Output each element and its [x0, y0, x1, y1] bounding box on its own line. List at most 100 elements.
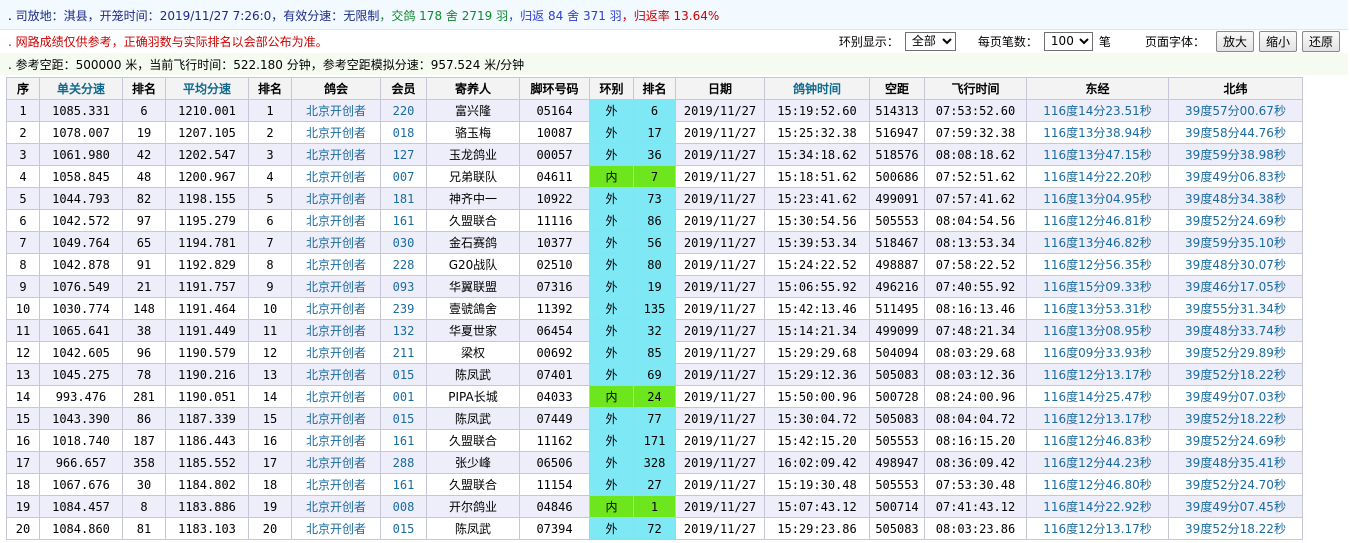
row-flight-time: 07:53:52.60	[924, 99, 1027, 122]
row-date: 2019/11/27	[675, 165, 765, 188]
row-club[interactable]: 北京开创者	[291, 473, 381, 496]
row-member[interactable]: 015	[380, 363, 427, 386]
row-member[interactable]: 015	[380, 517, 427, 540]
row-member[interactable]: 093	[380, 275, 427, 298]
col-header-clock-time[interactable]: 鸽钟时间	[764, 77, 870, 100]
row-member[interactable]: 161	[380, 209, 427, 232]
row-date: 2019/11/27	[675, 495, 765, 518]
row-member[interactable]: 220	[380, 99, 427, 122]
row-member[interactable]: 181	[380, 187, 427, 210]
row-member[interactable]: 015	[380, 407, 427, 430]
restore-font-button[interactable]: 还原	[1301, 30, 1340, 52]
row-club[interactable]: 北京开创者	[291, 341, 381, 364]
row-club[interactable]: 北京开创者	[291, 429, 381, 452]
row-latitude: 39度59分38.98秒	[1168, 143, 1303, 166]
row-ring-type: 内	[589, 385, 634, 408]
row-club[interactable]: 北京开创者	[291, 209, 381, 232]
row-ring-type: 外	[589, 209, 634, 232]
returned-label: ，归返	[508, 9, 545, 23]
row-club[interactable]: 北京开创者	[291, 253, 381, 276]
row-clock-time: 15:14:21.34	[764, 319, 870, 342]
row-club[interactable]: 北京开创者	[291, 517, 381, 540]
col-header-speed[interactable]: 单关分速	[39, 77, 123, 100]
font-size-label: 页面字体：	[1144, 34, 1205, 49]
row-avg-rank: 12	[248, 341, 292, 364]
row-rank: 8	[122, 495, 166, 518]
row-member[interactable]: 288	[380, 451, 427, 474]
row-member[interactable]: 127	[380, 143, 427, 166]
row-seq: 16	[6, 429, 40, 452]
row-avg-speed: 1183.103	[165, 517, 249, 540]
row-seq: 6	[6, 209, 40, 232]
col-header-longitude: 东经	[1026, 77, 1169, 100]
row-clock-time: 15:23:41.62	[764, 187, 870, 210]
row-member[interactable]: 018	[380, 121, 427, 144]
row-clock-time: 15:07:43.12	[764, 495, 870, 518]
row-seq: 3	[6, 143, 40, 166]
row-avg-speed: 1185.552	[165, 451, 249, 474]
row-club[interactable]: 北京开创者	[291, 231, 381, 254]
ring-filter-select[interactable]: 全部	[904, 31, 956, 51]
row-club[interactable]: 北京开创者	[291, 319, 381, 342]
per-page-select[interactable]: 100	[1043, 31, 1093, 51]
row-member[interactable]: 211	[380, 341, 427, 364]
table-row: 4 1058.845 48 1200.967 4 北京开创者 007 兄弟联队 04611 内 7 2…	[6, 165, 1303, 188]
row-member[interactable]: 007	[380, 165, 427, 188]
row-ring-no: 11154	[519, 473, 590, 496]
row-distance: 514313	[869, 99, 925, 122]
row-avg-speed: 1190.216	[165, 363, 249, 386]
row-ring-rank: 56	[633, 231, 676, 254]
row-club[interactable]: 北京开创者	[291, 385, 381, 408]
row-flight-time: 08:03:29.68	[924, 341, 1027, 364]
row-club[interactable]: 北京开创者	[291, 275, 381, 298]
row-ring-no: 04033	[519, 385, 590, 408]
row-club[interactable]: 北京开创者	[291, 495, 381, 518]
row-member[interactable]: 132	[380, 319, 427, 342]
row-member[interactable]: 008	[380, 495, 427, 518]
bullet: .	[8, 9, 16, 23]
row-club[interactable]: 北京开创者	[291, 143, 381, 166]
row-date: 2019/11/27	[675, 429, 765, 452]
row-distance: 500714	[869, 495, 925, 518]
row-club[interactable]: 北京开创者	[291, 99, 381, 122]
row-owner: 久盟联合	[426, 473, 520, 496]
row-seq: 18	[6, 473, 40, 496]
col-header-avg-speed[interactable]: 平均分速	[165, 77, 249, 100]
row-member[interactable]: 030	[380, 231, 427, 254]
row-club[interactable]: 北京开创者	[291, 121, 381, 144]
row-flight-time: 08:03:23.86	[924, 517, 1027, 540]
disclaimer-text: 网路成绩仅供参考，正确羽数与实际排名以会部公布为准。	[15, 35, 328, 49]
row-rank: 30	[122, 473, 166, 496]
row-ring-no: 05164	[519, 99, 590, 122]
row-club[interactable]: 北京开创者	[291, 187, 381, 210]
table-row: 7 1049.764 65 1194.781 7 北京开创者 030 金石赛鸽 10377 外 56…	[6, 231, 1303, 254]
row-flight-time: 07:58:22.52	[924, 253, 1027, 276]
shrink-font-button[interactable]: 缩小	[1258, 30, 1297, 52]
row-date: 2019/11/27	[675, 341, 765, 364]
row-avg-rank: 11	[248, 319, 292, 342]
row-member[interactable]: 228	[380, 253, 427, 276]
row-rank: 97	[122, 209, 166, 232]
row-ring-no: 10377	[519, 231, 590, 254]
row-clock-time: 15:42:15.20	[764, 429, 870, 452]
enlarge-font-button[interactable]: 放大	[1215, 30, 1254, 52]
row-date: 2019/11/27	[675, 473, 765, 496]
row-club[interactable]: 北京开创者	[291, 407, 381, 430]
row-speed: 1078.007	[39, 121, 123, 144]
row-avg-rank: 20	[248, 517, 292, 540]
row-avg-rank: 19	[248, 495, 292, 518]
row-clock-time: 15:42:13.46	[764, 297, 870, 320]
row-club[interactable]: 北京开创者	[291, 297, 381, 320]
row-member[interactable]: 001	[380, 385, 427, 408]
row-club[interactable]: 北京开创者	[291, 451, 381, 474]
returned-unit2: 羽	[609, 9, 622, 23]
row-rank: 148	[122, 297, 166, 320]
row-member[interactable]: 161	[380, 473, 427, 496]
row-member[interactable]: 239	[380, 297, 427, 320]
row-member[interactable]: 161	[380, 429, 427, 452]
table-row: 15 1043.390 86 1187.339 15 北京开创者 015 陈凤武 07449 外 7…	[6, 407, 1303, 430]
row-club[interactable]: 北京开创者	[291, 363, 381, 386]
returned-unit1: 舍	[567, 9, 580, 23]
row-distance: 505083	[869, 517, 925, 540]
row-club[interactable]: 北京开创者	[291, 165, 381, 188]
